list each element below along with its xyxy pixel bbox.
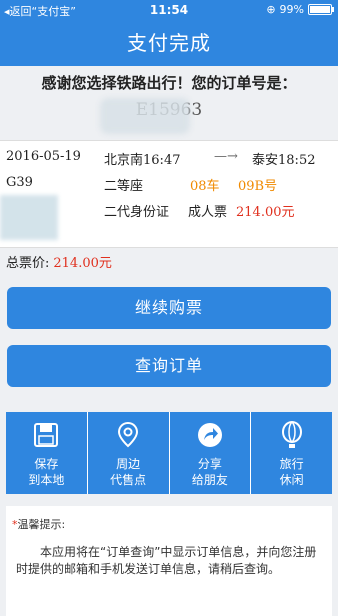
departure: 北京南16:47 <box>104 149 180 168</box>
location-pin-icon <box>118 421 139 448</box>
battery-percent: 99% <box>279 3 304 16</box>
save-icon <box>34 423 59 447</box>
status-right: ⊕ 99% <box>266 3 334 16</box>
rotation-lock-icon: ⊕ <box>266 3 276 16</box>
seat-class: 二等座 <box>104 179 144 194</box>
share-friends-label: 分享 给朋友 <box>191 457 228 487</box>
to-time: 18:52 <box>278 153 316 168</box>
nearby-outlets-button[interactable]: 周边 代售点 <box>88 412 170 494</box>
ticket-type: 成人票 <box>188 205 228 220</box>
tips-body: 本应用将在“订单查询”中显示订单信息，并向您注册时提供的邮箱和手机发送订单信息，… <box>16 545 317 576</box>
travel-date: 2016-05-19 <box>6 149 81 164</box>
tips-heading: *温馨提示: <box>12 516 65 532</box>
hot-air-balloon-icon <box>281 420 302 448</box>
route-arrow: —→ <box>214 149 238 164</box>
query-order-button[interactable]: 查询订单 <box>7 345 331 387</box>
action-grid: 保存 到本地 周边 代售点 分享 给朋友 旅行 休闲 <box>6 412 332 494</box>
ticket-row-route: 2016-05-19 北京南16:47 —→ 泰安18:52 <box>0 149 338 169</box>
travel-leisure-button[interactable]: 旅行 休闲 <box>251 412 332 494</box>
continue-booking-button[interactable]: 继续购票 <box>7 287 331 329</box>
share-icon <box>197 423 222 447</box>
nearby-outlets-label: 周边 代售点 <box>110 457 147 487</box>
from-station: 北京南 <box>104 153 144 168</box>
to-station: 泰安 <box>252 153 279 168</box>
tips-heading-text: 温馨提示: <box>17 518 66 531</box>
ticket-price: 214.00元 <box>236 205 295 220</box>
from-time: 16:47 <box>143 153 181 168</box>
train-number: G39 <box>6 175 33 190</box>
share-friends-button[interactable]: 分享 给朋友 <box>170 412 252 494</box>
total-price: 总票价: 214.00元 <box>6 252 112 271</box>
passenger-name-redaction <box>0 195 58 240</box>
travel-leisure-label: 旅行 休闲 <box>279 457 304 487</box>
id-type: 二代身份证 <box>104 205 170 220</box>
ticket-row-seat: G39 二等座 08车 09B号 <box>0 175 338 195</box>
page-title: 支付完成 <box>0 20 338 66</box>
seat-number: 09B号 <box>238 179 278 194</box>
battery-icon <box>308 4 334 15</box>
total-amount: 214.00元 <box>53 256 112 271</box>
status-bar: ◂返回“支付宝” 11:54 ⊕ 99% <box>0 0 338 20</box>
thanks-message: 感谢您选择铁路出行！您的订单号是： <box>41 74 297 92</box>
order-number-redaction <box>100 98 190 134</box>
save-local-button[interactable]: 保存 到本地 <box>6 412 88 494</box>
car-number: 08车 <box>190 179 220 194</box>
total-label: 总票价: <box>6 256 50 271</box>
save-local-label: 保存 到本地 <box>28 457 65 487</box>
arrival: 泰安18:52 <box>252 149 315 168</box>
